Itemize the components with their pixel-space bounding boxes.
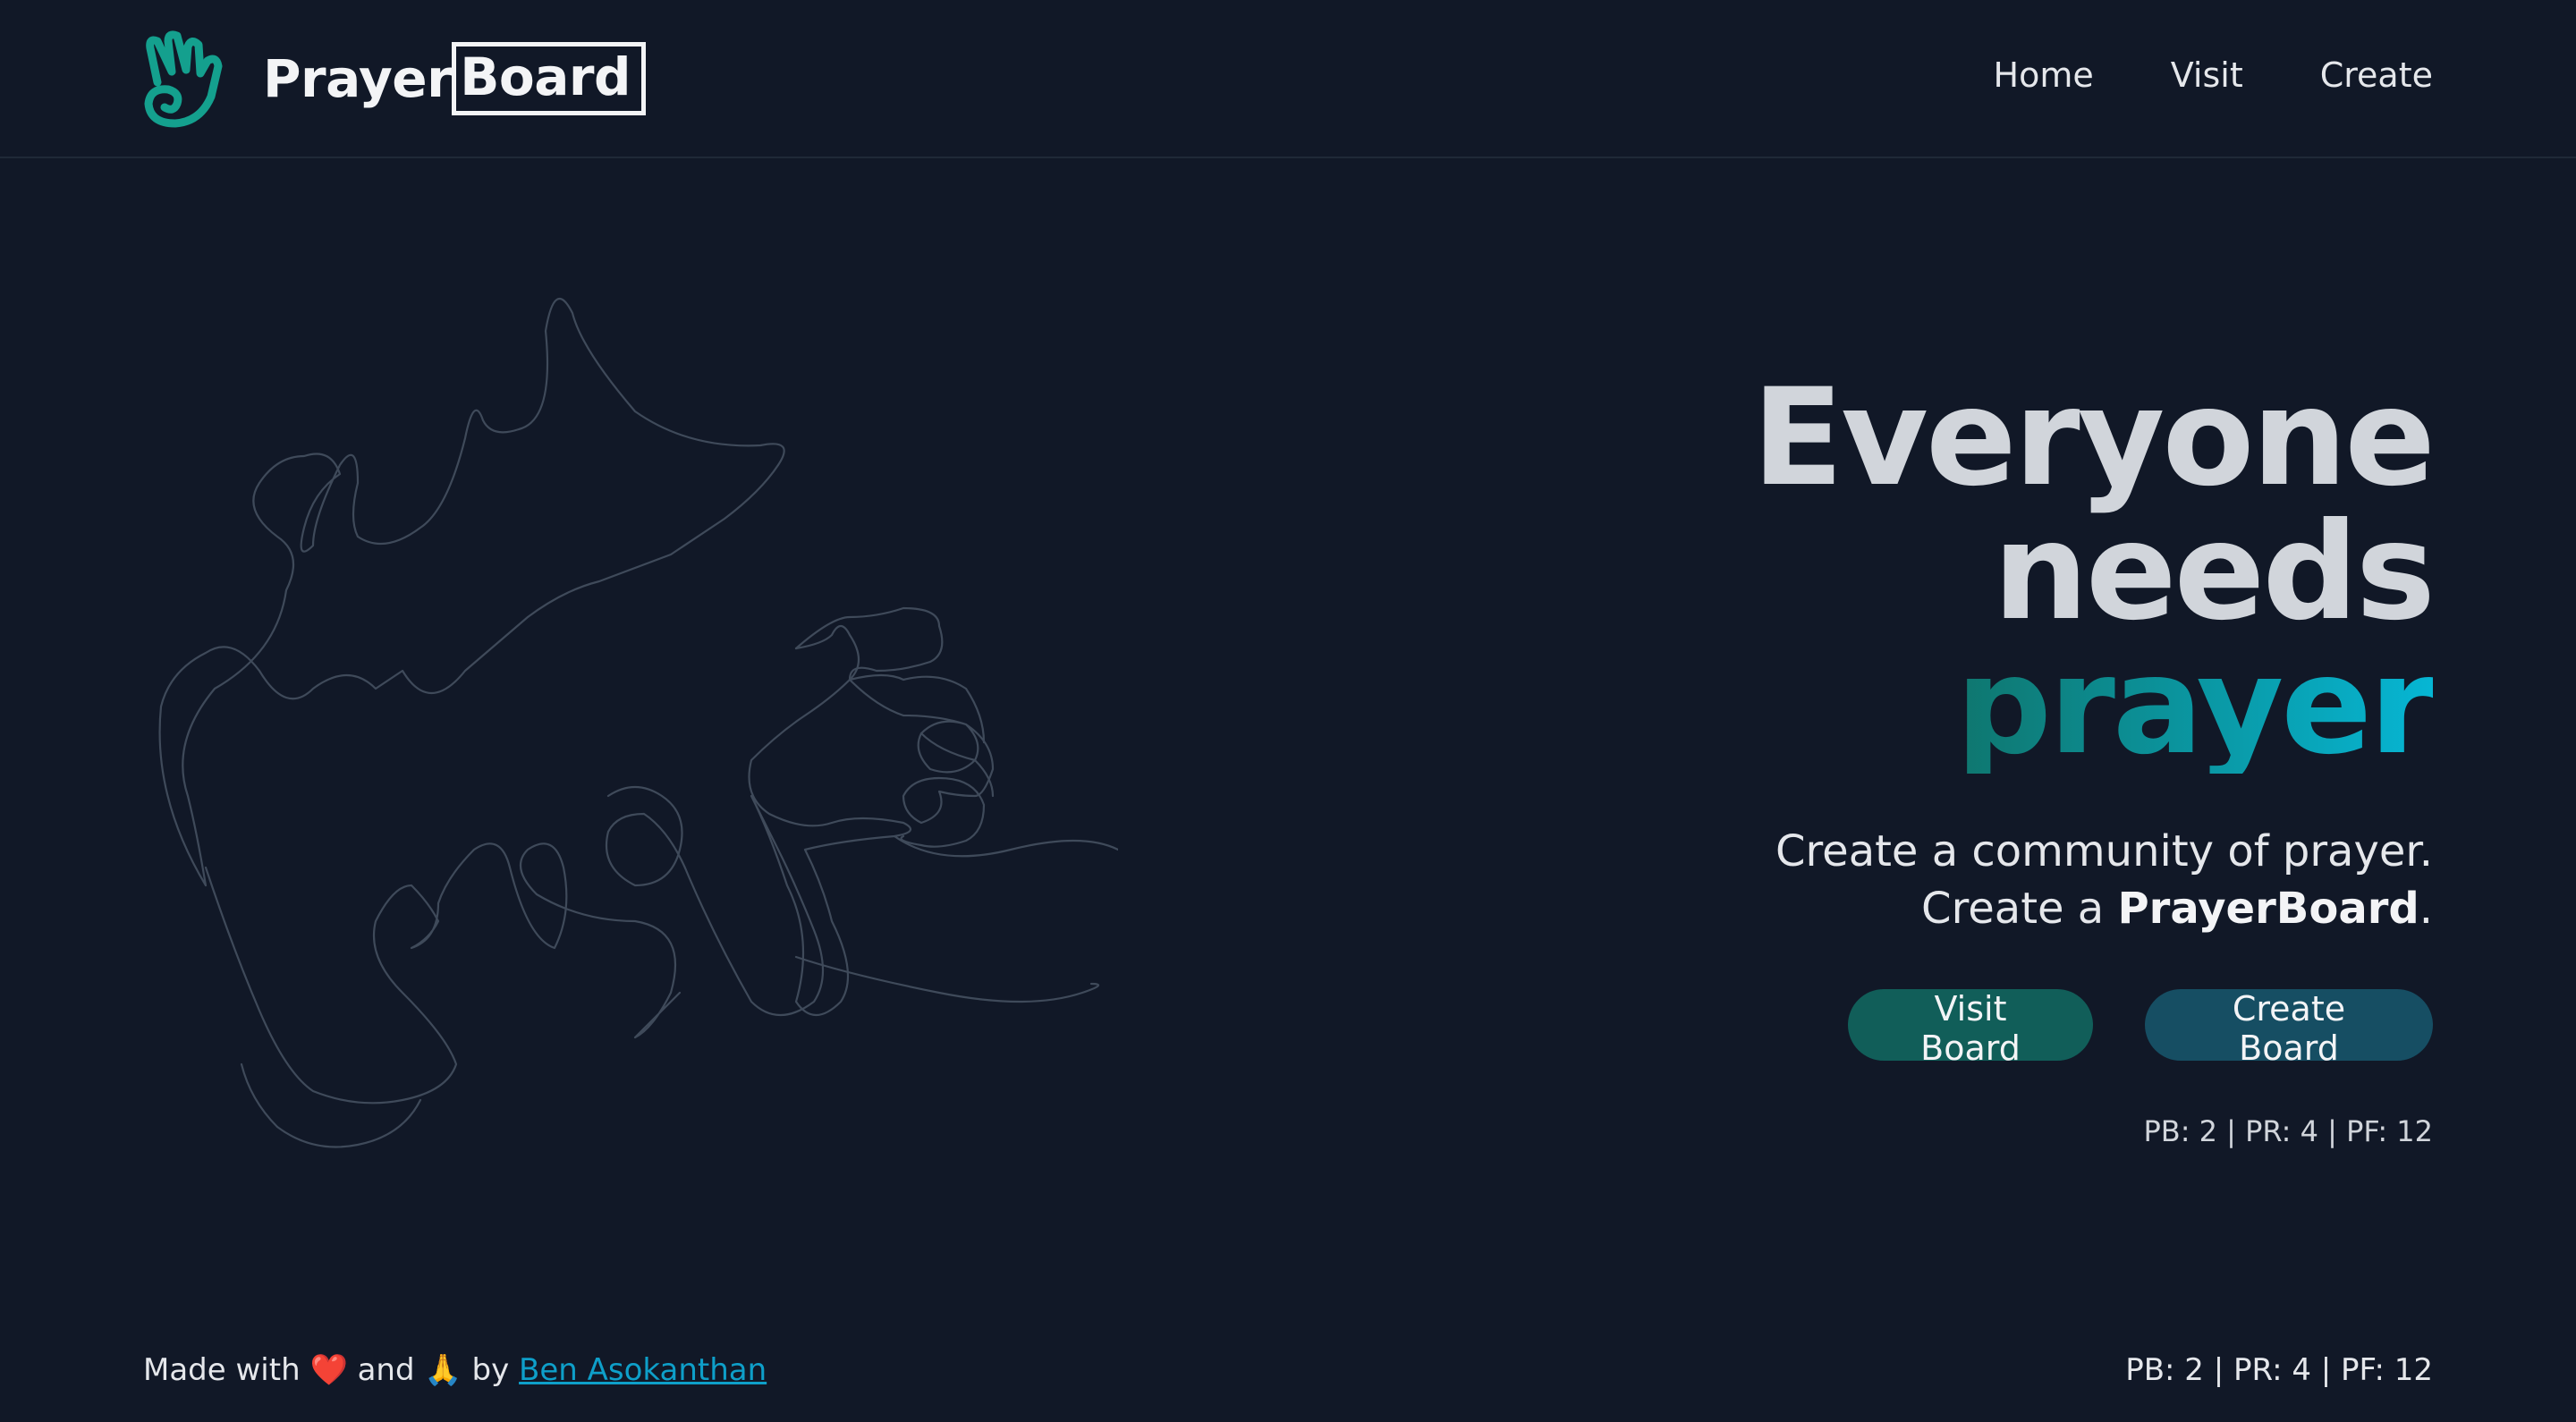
hero-subtitle-line1: Create a community of prayer. (1775, 826, 2433, 876)
hero-subtitle-line2: Create a PrayerBoard. (1270, 880, 2433, 937)
visit-board-button[interactable]: Visit Board (1848, 989, 2093, 1068)
page: Prayer Board Home Visit Create Everyone n… (0, 0, 2576, 1422)
footer-and: and (357, 1352, 415, 1388)
heart-icon: ❤️ (309, 1352, 348, 1388)
footer-made-with: Made with (143, 1352, 301, 1388)
brand-name-part2: Board (452, 42, 647, 115)
brand-name-part1: Prayer (263, 48, 453, 109)
nav-create[interactable]: Create (2320, 55, 2433, 95)
praying-hands-line-drawing (158, 297, 1118, 1148)
hero-subtitle-prefix: Create a (1921, 884, 2118, 934)
hero-subtitle-suffix: . (2419, 884, 2433, 934)
create-board-button[interactable]: Create Board (2145, 989, 2433, 1068)
nav-home[interactable]: Home (1994, 55, 2094, 95)
hero-subtitle-brand: PrayerBoard (2117, 884, 2419, 934)
footer-credit: Made with ❤️ and 🙏 by Ben Asokanthan (143, 1352, 767, 1388)
hero-title-line2: prayer (1955, 629, 2436, 784)
main-nav: Home Visit Create (1994, 55, 2433, 95)
brand-logo-link[interactable]: Prayer Board (141, 29, 647, 129)
praying-hands-icon: 🙏 (424, 1352, 462, 1388)
praying-hand-logo-icon (144, 30, 223, 128)
hero: Everyone needs prayer Create a community… (1270, 360, 2436, 1148)
site-header: Prayer Board Home Visit Create (0, 0, 2576, 158)
brand-name: Prayer Board (263, 42, 647, 115)
hero-subtitle: Create a community of prayer. Create a P… (1270, 823, 2433, 937)
author-link[interactable]: Ben Asokanthan (519, 1352, 767, 1388)
nav-visit[interactable]: Visit (2171, 55, 2243, 95)
footer-stats: PB: 2 | PR: 4 | PF: 12 (2125, 1352, 2433, 1388)
hero-stats: PB: 2 | PR: 4 | PF: 12 (2143, 1114, 2433, 1148)
footer-by: by (471, 1352, 510, 1388)
hero-title-line1: Everyone needs (1751, 360, 2436, 650)
hero-buttons: Visit Board Create Board (1270, 989, 2433, 1068)
